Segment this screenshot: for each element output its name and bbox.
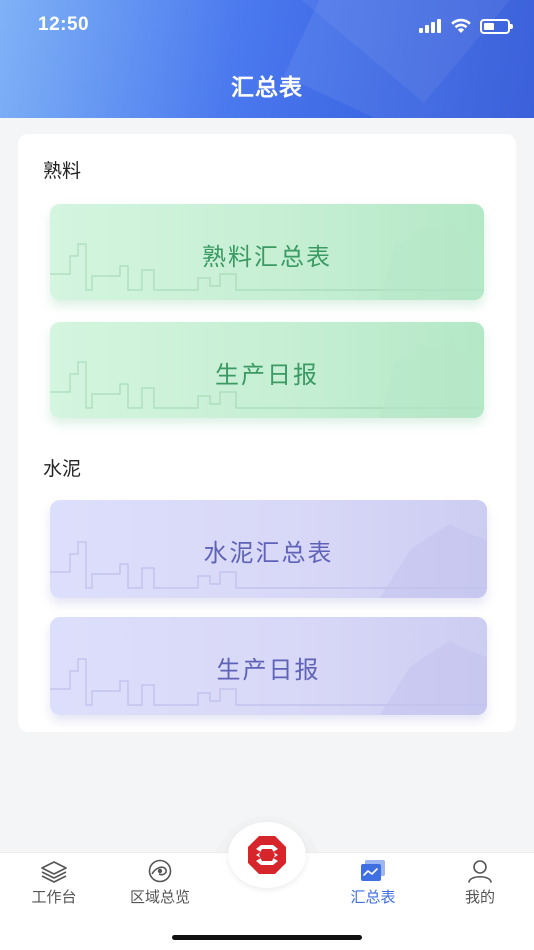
home-indicator-area xyxy=(0,910,534,950)
user-icon xyxy=(468,860,492,883)
wifi-icon xyxy=(451,18,471,33)
tab-workbench[interactable]: 工作台 xyxy=(4,853,104,911)
region-icon xyxy=(148,859,172,883)
tab-label: 工作台 xyxy=(31,888,77,906)
page-title: 汇总表 xyxy=(231,75,303,101)
home-indicator[interactable] xyxy=(172,935,362,940)
battery-icon xyxy=(480,19,513,34)
tile-label: 生产日报 xyxy=(216,656,321,684)
cement-summary-tile[interactable]: 水泥汇总表 xyxy=(50,500,487,598)
layers-icon xyxy=(41,861,67,883)
tab-label: 区域总览 xyxy=(129,888,190,906)
section-title-cement: 水泥 xyxy=(43,458,82,480)
cement-daily-report-tile[interactable]: 生产日报 xyxy=(50,617,487,715)
clinker-daily-report-tile[interactable]: 生产日报 xyxy=(50,322,484,418)
report-list-card: 熟料 熟料汇总表 生产日报 水泥 水泥汇总表 生产日报 xyxy=(18,134,516,732)
chart-icon xyxy=(361,860,385,881)
clinker-summary-tile[interactable]: 熟料汇总表 xyxy=(50,204,484,300)
tab-region-overview[interactable]: 区域总览 xyxy=(110,853,210,911)
section-title-clinker: 熟料 xyxy=(43,160,82,182)
center-home-button[interactable] xyxy=(228,822,306,888)
octagon-logo-icon xyxy=(248,836,286,874)
tab-summary[interactable]: 汇总表 xyxy=(323,853,423,911)
header: 12:50 汇总表 xyxy=(0,0,534,118)
tile-label: 水泥汇总表 xyxy=(203,539,334,567)
tile-label: 熟料汇总表 xyxy=(202,243,332,271)
tab-label: 我的 xyxy=(464,888,495,906)
cellular-signal-icon xyxy=(419,19,443,33)
status-time: 12:50 xyxy=(38,14,90,35)
tile-label: 生产日报 xyxy=(215,361,319,389)
tab-label: 汇总表 xyxy=(350,888,396,906)
status-bar: 12:50 xyxy=(0,0,534,54)
tab-profile[interactable]: 我的 xyxy=(430,853,530,911)
